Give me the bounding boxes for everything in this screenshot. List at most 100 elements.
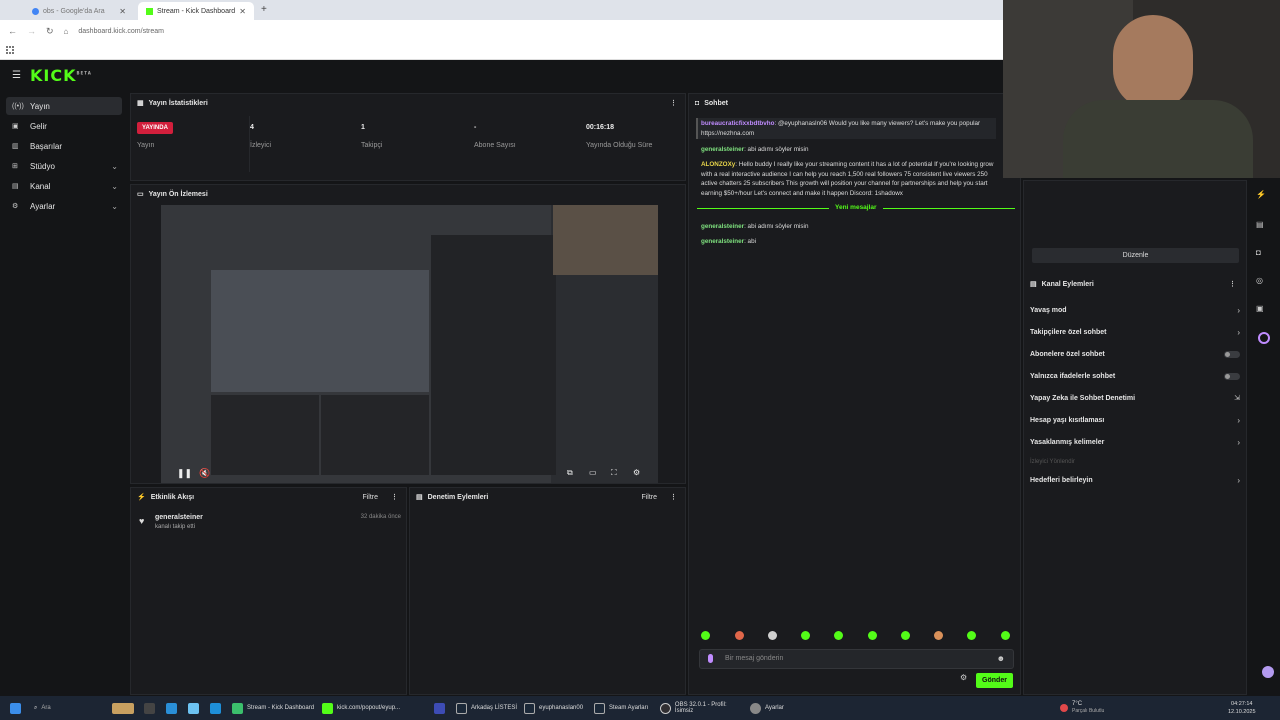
taskbar-clock[interactable]: 04:27:14 12.10.2025 [1228,696,1256,720]
chevron-right-icon: › [1237,415,1240,425]
emote-icon[interactable] [934,631,943,640]
emote-icon[interactable] [1001,631,1010,640]
gear-icon[interactable]: ⚙ [960,673,967,682]
taskbar-app[interactable] [166,696,181,720]
close-icon[interactable]: ✕ [119,7,126,16]
toggle-switch[interactable] [1224,372,1240,380]
taskbar-app[interactable]: Steam Ayarları [594,696,654,720]
start-button[interactable] [10,696,25,720]
send-button[interactable]: Gönder [976,673,1013,688]
home-icon[interactable]: ⌂ [64,27,69,36]
sidebar-item-channel[interactable]: ▤ Kanal ⌄ [6,177,122,195]
sidebar-item-stream[interactable]: ((•)) Yayın [6,97,122,115]
taskbar-search[interactable]: ⌕ Ara [34,696,51,720]
emote-icon[interactable] [768,631,777,640]
taskbar-app[interactable]: kick.com/popout/eyup... [322,696,422,720]
fullscreen-icon[interactable]: ⛶ [611,468,617,478]
event-user[interactable]: generalsteiner [155,514,203,521]
url-field[interactable]: dashboard.kick.com/stream [78,28,164,35]
emote-icon[interactable] [801,631,810,640]
more-icon[interactable]: ⋮ [1229,280,1236,288]
mute-icon[interactable]: 🔇 [199,468,210,479]
emote-icon[interactable] [901,631,910,640]
more-icon[interactable]: ⋮ [670,99,677,107]
action-banned-words[interactable]: Yasaklanmış kelimeler › [1030,435,1240,449]
panel-header: ▤ Kanal Eylemleri ⋮ [1024,275,1246,293]
emote-icon[interactable] [834,631,843,640]
chat-message: bureaucraticfixxbdtbvho: @eyuphanasln06 … [696,118,996,139]
pause-icon[interactable]: ❚❚ [177,468,192,479]
mic-icon [708,654,713,663]
webcam-person-shirt [1063,100,1253,178]
sidebar-item-studio[interactable]: ⊞ Stüdyo ⌄ [6,157,122,175]
help-icon[interactable] [1262,666,1274,678]
action-ai-moderation[interactable]: Yapay Zeka ile Sohbet Denetimi ⇲ [1030,391,1240,405]
kick-logo[interactable]: KICKBETA [30,66,92,85]
weather-widget[interactable]: 7°C Parçalı Bulutlu [1060,696,1104,720]
live-badge: YAYINDA [137,122,173,134]
shield-icon[interactable]: ▣ [1256,304,1264,313]
taskbar-app[interactable] [210,696,225,720]
bolt-icon[interactable]: ⚡ [1256,190,1266,199]
action-slow-mode[interactable]: Yavaş mod › [1030,303,1240,317]
apps-icon[interactable] [6,46,14,54]
document-icon[interactable]: ▤ [1256,220,1264,229]
sidebar-item-achievements[interactable]: ▥ Başarılar [6,137,122,155]
tab-title: obs - Google'da Ara [43,7,105,15]
action-goals[interactable]: Hedefleri belirleyin › [1030,473,1240,487]
gear-icon[interactable]: ⚙ [633,468,640,477]
emoji-icon[interactable]: ☻ [997,654,1005,663]
menu-icon[interactable]: ☰ [12,70,21,81]
reload-icon[interactable]: ↻ [46,26,54,37]
edit-button[interactable]: Düzenle [1032,248,1239,263]
moderation-actions-panel: ▤ Denetim Eylemleri Filtre ⋮ [409,487,686,695]
action-account-age[interactable]: Hesap yaşı kısıtlaması › [1030,413,1240,427]
close-icon[interactable]: ✕ [239,7,246,16]
google-icon [32,7,39,15]
new-tab-icon[interactable]: + [261,4,267,15]
kick-favicon-icon [146,7,153,15]
emote-icon[interactable] [967,631,976,640]
stream-preview-panel: ▭ Yayın Ön İzlemesi ❚❚ 🔇 ⧉ ▭ ⛶ ⚙ [130,184,686,484]
taskbar-app[interactable] [112,696,138,720]
back-icon[interactable]: ← [8,26,17,36]
chat-icon[interactable]: ◘ [1256,248,1261,257]
more-icon[interactable]: ⋮ [391,493,398,501]
taskbar-app[interactable] [144,696,159,720]
emote-icon[interactable] [868,631,877,640]
sidebar-item-settings[interactable]: ⚙ Ayarlar ⌄ [6,197,122,215]
sidebar-item-revenue[interactable]: ▣ Gelir [6,117,122,135]
theater-icon[interactable]: ▭ [589,468,597,477]
emote-icon[interactable] [701,631,710,640]
filter-button[interactable]: Filtre [641,494,657,501]
channel-actions-area: Düzenle ▤ Kanal Eylemleri ⋮ Yavaş mod › T… [1023,180,1247,695]
video-preview[interactable]: ❚❚ 🔇 ⧉ ▭ ⛶ ⚙ [161,205,658,483]
filter-button[interactable]: Filtre [362,494,378,501]
more-icon[interactable]: ⋮ [670,493,677,501]
chevron-right-icon: › [1237,327,1240,337]
taskbar-app[interactable]: OBS 32.0.1 - Profil: İsimsiz [660,696,746,720]
forward-icon[interactable]: → [27,26,36,36]
stat-followers: 1 Takipçi [361,124,383,149]
taskbar-app[interactable]: Ayarlar [750,696,790,720]
broadcast-icon[interactable]: ◎ [1256,276,1263,285]
chat-input[interactable]: Bir mesaj gönderin ☻ [699,649,1014,669]
taskbar-app[interactable]: Stream - Kick Dashboard [232,696,320,720]
heart-icon: ♥ [139,516,145,526]
action-followers-only[interactable]: Takipçilere özel sohbet › [1030,325,1240,339]
avatar[interactable] [1258,332,1270,344]
taskbar-app[interactable] [434,696,449,720]
browser-tab-active[interactable]: Stream - Kick Dashboard ✕ [138,2,254,20]
action-subscribers-only[interactable]: Abonelere özel sohbet [1030,347,1240,361]
wallet-icon: ▣ [12,123,19,130]
emote-icon[interactable] [735,631,744,640]
action-emotes-only[interactable]: Yalnızca ifadelerle sohbet [1030,369,1240,383]
new-messages-divider: Yeni mesajlar [697,204,1015,218]
taskbar-app[interactable] [188,696,203,720]
toggle-switch[interactable] [1224,350,1240,358]
browser-tab[interactable]: obs - Google'da Ara ✕ [24,2,134,20]
stat-viewers: 4 İzleyici [249,116,359,172]
taskbar-app[interactable]: eyuphanaslan00 [524,696,590,720]
pip-icon[interactable]: ⧉ [567,468,573,478]
taskbar-app[interactable]: Arkadaş LİSTESİ [456,696,518,720]
